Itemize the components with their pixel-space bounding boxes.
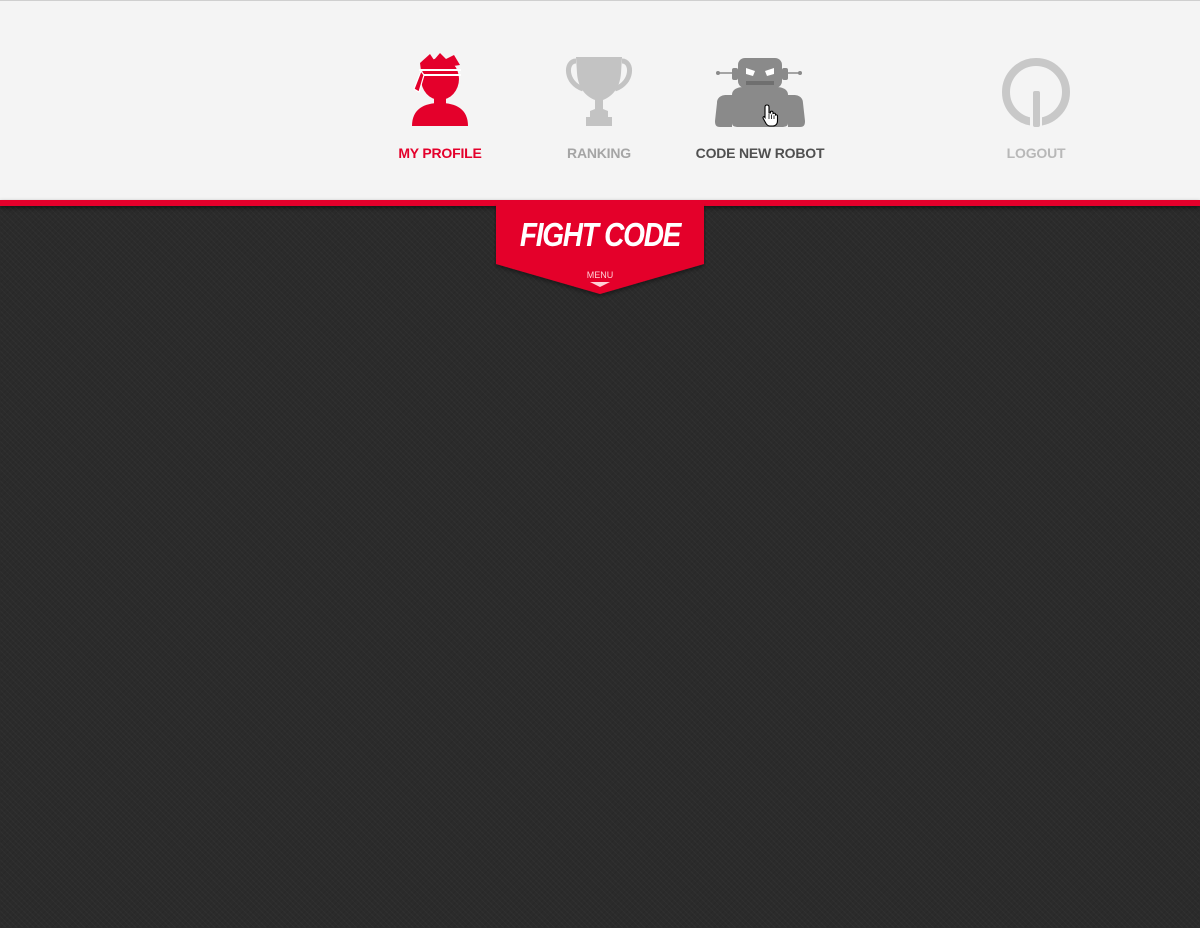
fight-code-logo-tab[interactable]: FIGHT CODE MENU	[494, 204, 706, 298]
logo-title: FIGHT CODE	[519, 216, 681, 253]
nav-item-my-profile[interactable]: MY PROFILE	[380, 51, 500, 171]
nav-item-ranking[interactable]: RANKING	[539, 51, 659, 171]
top-menu-panel: MY PROFILE RANKING CODE NEW ROBOT LOGOUT	[0, 0, 1200, 200]
nav-label: RANKING	[567, 145, 631, 161]
nav-label: MY PROFILE	[398, 145, 482, 161]
hand-pointer-cursor-icon	[762, 104, 779, 127]
trophy-icon	[566, 57, 632, 126]
ninja-avatar-icon	[412, 53, 468, 126]
menu-label: MENU	[586, 270, 614, 280]
nav-label: LOGOUT	[1006, 145, 1066, 161]
robot-icon	[715, 58, 805, 127]
nav-label: CODE NEW ROBOT	[695, 145, 825, 161]
power-icon	[1002, 58, 1070, 131]
nav-item-logout[interactable]: LOGOUT	[976, 51, 1096, 171]
chevron-down-icon	[590, 282, 610, 287]
nav-item-code-new-robot[interactable]: CODE NEW ROBOT	[680, 51, 840, 171]
